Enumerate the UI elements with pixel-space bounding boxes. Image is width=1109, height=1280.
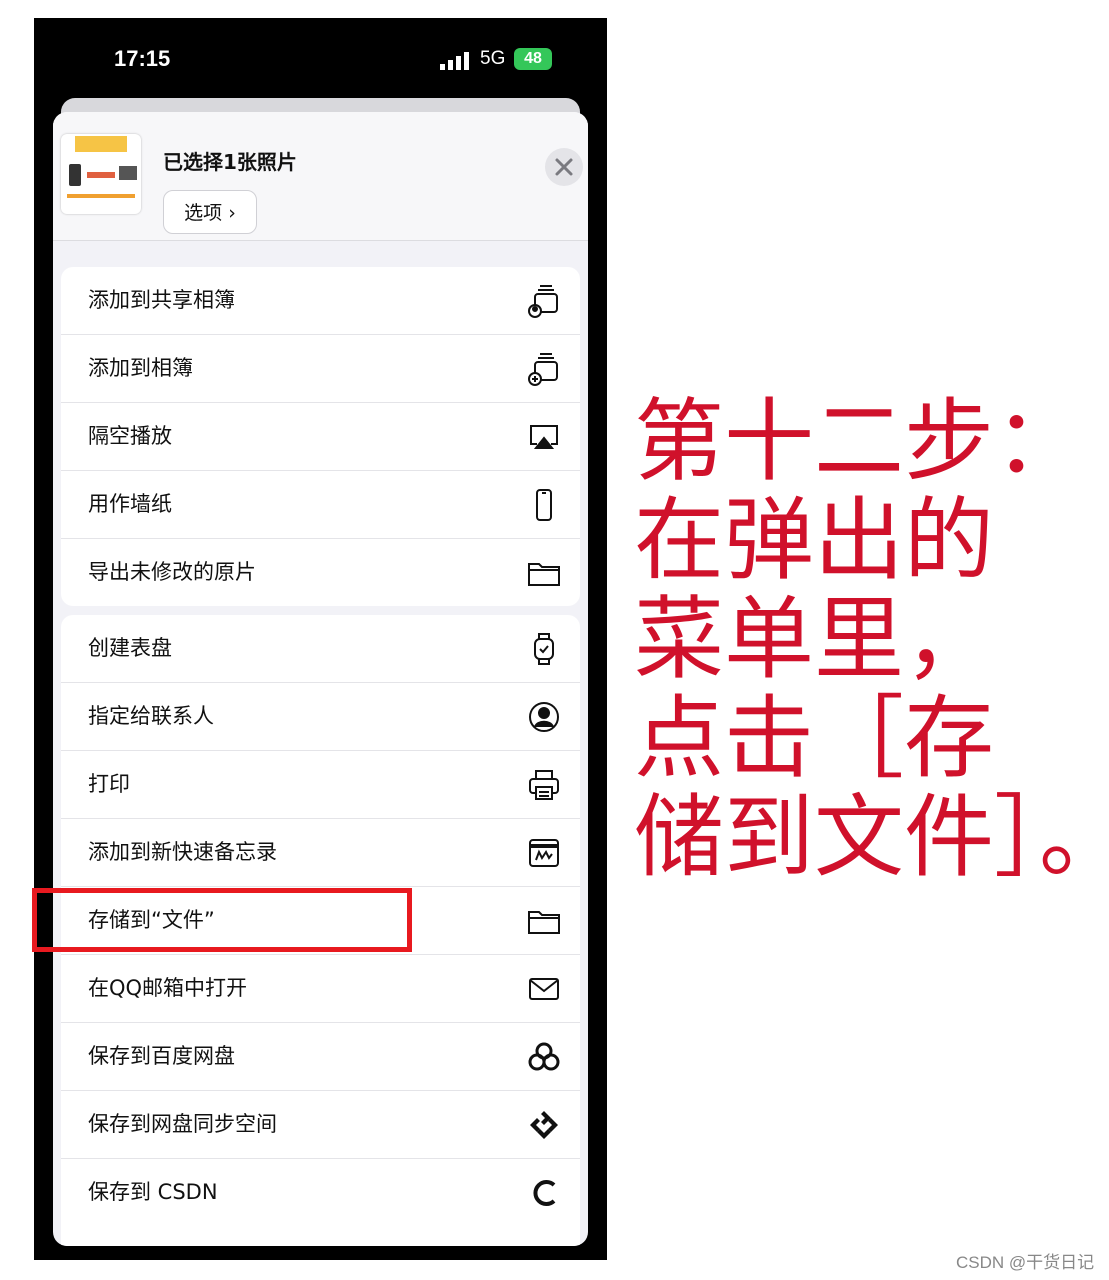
action-print[interactable]: 打印 [61,751,580,819]
folder-icon [527,904,561,938]
action-save-csdn[interactable]: 保存到 CSDN [61,1159,580,1226]
action-label: 添加到共享相簿 [88,288,235,312]
action-add-album[interactable]: 添加到相簿 [61,335,580,403]
action-label: 添加到相簿 [88,356,193,380]
annotation-line: 在弹出的 [634,488,994,593]
mail-icon [527,972,561,1006]
action-label: 保存到百度网盘 [88,1044,235,1068]
baidu-cloud-icon [527,1040,561,1074]
watermark: CSDN @干货日记 [956,1253,1095,1272]
action-add-shared-album[interactable]: 添加到共享相簿 [61,267,580,335]
status-time: 17:15 [114,46,171,71]
highlight-box [32,888,412,952]
action-open-qq-mail[interactable]: 在QQ邮箱中打开 [61,955,580,1023]
action-airplay[interactable]: 隔空播放 [61,403,580,471]
action-label: 添加到新快速备忘录 [88,840,277,864]
action-assign-contact[interactable]: 指定给联系人 [61,683,580,751]
sync-space-icon [527,1108,561,1142]
action-quick-note[interactable]: 添加到新快速备忘录 [61,819,580,887]
csdn-icon [527,1176,561,1210]
close-button[interactable] [545,148,583,186]
action-export-original[interactable]: 导出未修改的原片 [61,539,580,606]
annotation-line: 第十二步： [634,389,1084,494]
action-label: 导出未修改的原片 [88,560,256,584]
close-icon [555,158,573,176]
action-label: 保存到 CSDN [88,1180,218,1204]
action-label: 用作墙纸 [88,492,172,516]
action-group-1: 添加到共享相簿 添加到相簿 隔空播放 用作墙纸 导出未修改的原片 [61,267,580,606]
shared-album-icon [527,284,561,318]
watch-icon [527,632,561,666]
folder-icon [527,556,561,590]
action-label: 指定给联系人 [88,704,214,728]
printer-icon [527,768,561,802]
phone-icon [527,488,561,522]
airplay-icon [527,420,561,454]
instruction-annotation: 第十二步： 在弹出的 菜单里， 点击［存 储到文件］。 [634,389,1109,890]
battery-icon: 48 [514,48,552,70]
action-save-baidu[interactable]: 保存到百度网盘 [61,1023,580,1091]
share-sheet: 已选择1张照片 选项 › 添加到共享相簿 添加到相簿 隔空播放 用作墙纸 导出未… [53,112,588,1246]
annotation-line: 点击［存 [634,686,994,791]
add-album-icon [527,352,561,386]
photo-thumbnail[interactable] [61,134,141,214]
action-create-watch-face[interactable]: 创建表盘 [61,615,580,683]
annotation-line: 储到文件］。 [634,785,1109,890]
selection-title: 已选择1张照片 [163,150,297,174]
action-label: 打印 [88,772,130,796]
annotation-line: 菜单里， [634,587,994,692]
action-save-sync-space[interactable]: 保存到网盘同步空间 [61,1091,580,1159]
action-wallpaper[interactable]: 用作墙纸 [61,471,580,539]
signal-icon [440,52,470,70]
action-label: 保存到网盘同步空间 [88,1112,277,1136]
contact-icon [527,700,561,734]
phone-screen: 17:15 5G 48 已选择1张照片 选项 › 添加到共享相簿 添加到相簿 隔… [32,18,607,1260]
quick-note-icon [527,836,561,870]
options-button[interactable]: 选项 › [163,190,257,234]
network-type: 5G [480,48,506,69]
action-label: 创建表盘 [88,636,172,660]
action-label: 隔空播放 [88,424,172,448]
share-sheet-header: 已选择1张照片 选项 › [53,112,588,241]
action-label: 在QQ邮箱中打开 [88,976,248,1000]
status-bar: 17:15 5G 48 [34,18,607,98]
